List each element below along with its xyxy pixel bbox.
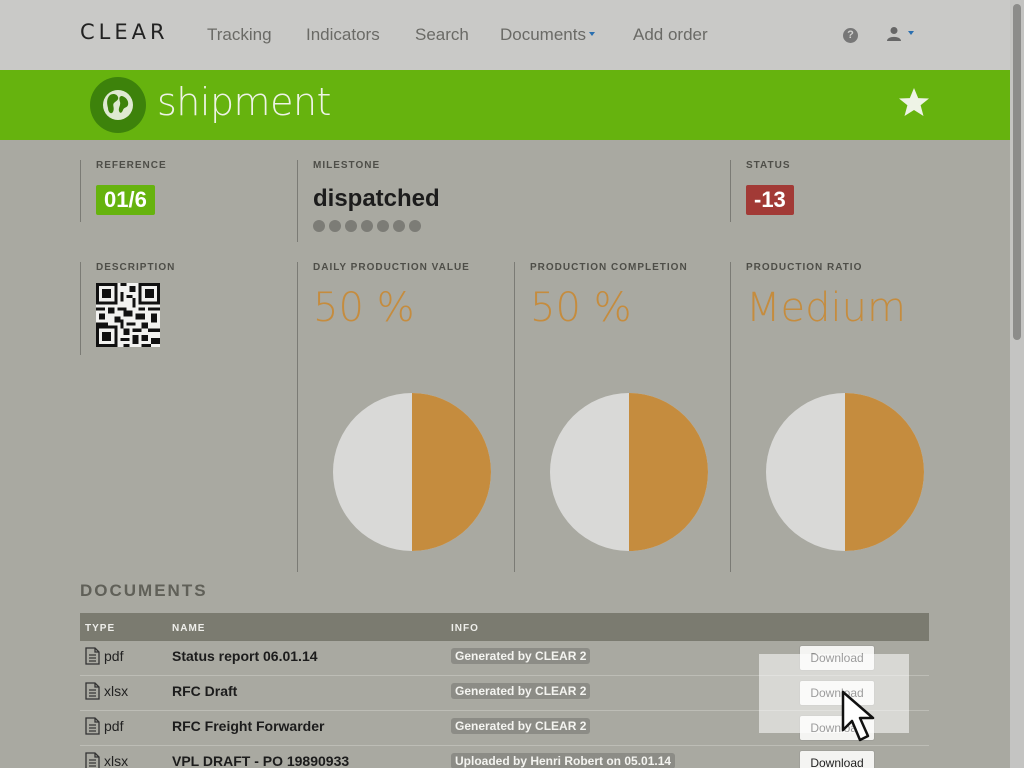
star-icon[interactable] (898, 87, 930, 118)
pie-slice-value (629, 393, 708, 551)
table-row: xlsx VPL DRAFT - PO 19890933 Uploaded by H… (80, 746, 929, 768)
scrollbar[interactable] (1010, 0, 1024, 768)
progress-dot (377, 220, 389, 232)
reference-label: REFERENCE (96, 160, 167, 171)
column-header-type: TYPE (85, 623, 116, 634)
pie-chart-production-completion (550, 393, 708, 551)
document-name: Status report 06.01.14 (172, 648, 318, 664)
milestone-block: MILESTONE dispatched (297, 160, 697, 242)
reference-block: REFERENCE 01/6 (80, 160, 280, 222)
nav-documents-label: Documents (500, 25, 586, 44)
status-badge: -13 (746, 185, 794, 215)
user-icon (887, 27, 901, 41)
nav-documents-dropdown[interactable]: Documents (500, 25, 595, 45)
progress-dot (393, 220, 405, 232)
globe-icon (90, 77, 146, 133)
pie-chart-daily-production (333, 393, 491, 551)
milestone-label: MILESTONE (313, 160, 381, 171)
file-icon (85, 717, 100, 735)
metric-label: PRODUCTION COMPLETION (530, 262, 688, 273)
file-type-label: xlsx (104, 683, 129, 699)
nav-add-order[interactable]: Add order (633, 25, 708, 45)
question-circle-icon[interactable]: ? (843, 28, 858, 43)
qr-code-icon (96, 283, 160, 347)
document-info-badge: Generated by CLEAR 2 (451, 683, 591, 699)
file-icon (85, 682, 100, 700)
top-navbar: CLEAR Tracking Indicators Search Documen… (0, 0, 1010, 70)
nav-tracking[interactable]: Tracking (207, 25, 272, 45)
chevron-down-icon (588, 32, 595, 37)
app-logo[interactable]: CLEAR (80, 20, 169, 44)
document-info-badge: Uploaded by Henri Robert on 05.01.14 (451, 753, 676, 768)
file-type: pdf (85, 717, 123, 735)
mouse-pointer-icon (841, 690, 875, 742)
document-name: RFC Draft (172, 683, 238, 699)
page-title: shipment (157, 80, 331, 124)
reference-badge: 01/6 (96, 185, 155, 215)
file-icon (85, 752, 100, 768)
progress-dot (361, 220, 373, 232)
download-button[interactable]: Download (799, 750, 875, 768)
file-type: xlsx (85, 682, 128, 700)
progress-dot (345, 220, 357, 232)
pie-slice-value (845, 393, 924, 551)
description-block: DESCRIPTION (80, 262, 280, 355)
metric-value: 50 % (530, 285, 632, 331)
file-type-label: pdf (104, 718, 124, 734)
page-header-banner: shipment (0, 70, 1010, 140)
progress-dot (409, 220, 421, 232)
nav-indicators[interactable]: Indicators (306, 25, 380, 45)
file-icon (85, 647, 100, 665)
pie-slice-value (412, 393, 491, 551)
file-type: xlsx (85, 752, 128, 768)
metric-value: 50 % (313, 285, 415, 331)
milestone-value: dispatched (313, 185, 440, 212)
description-label: DESCRIPTION (96, 262, 176, 273)
document-name: RFC Freight Forwarder (172, 718, 325, 734)
document-name: VPL DRAFT - PO 19890933 (172, 753, 350, 768)
pie-chart-production-ratio (766, 393, 924, 551)
file-type: pdf (85, 647, 123, 665)
chevron-down-icon (908, 31, 915, 35)
documents-section-title: DOCUMENTS (80, 581, 208, 600)
column-header-name: NAME (172, 623, 206, 634)
metric-value: Medium (746, 285, 906, 331)
document-info-badge: Generated by CLEAR 2 (451, 648, 591, 664)
progress-dot (329, 220, 341, 232)
document-info-badge: Generated by CLEAR 2 (451, 718, 591, 734)
file-type-label: pdf (104, 648, 124, 664)
scrollbar-thumb[interactable] (1013, 4, 1021, 340)
metric-label: PRODUCTION RATIO (746, 262, 863, 273)
table-header: TYPE NAME INFO (80, 613, 929, 641)
metric-label: DAILY PRODUCTION VALUE (313, 262, 470, 273)
user-menu-dropdown[interactable] (887, 26, 915, 46)
column-header-info: INFO (451, 623, 479, 634)
milestone-progress-dots (313, 217, 697, 236)
nav-search[interactable]: Search (415, 25, 469, 45)
progress-dot (313, 220, 325, 232)
status-block: STATUS -13 (730, 160, 930, 222)
file-type-label: xlsx (104, 753, 129, 768)
status-label: STATUS (746, 160, 791, 171)
